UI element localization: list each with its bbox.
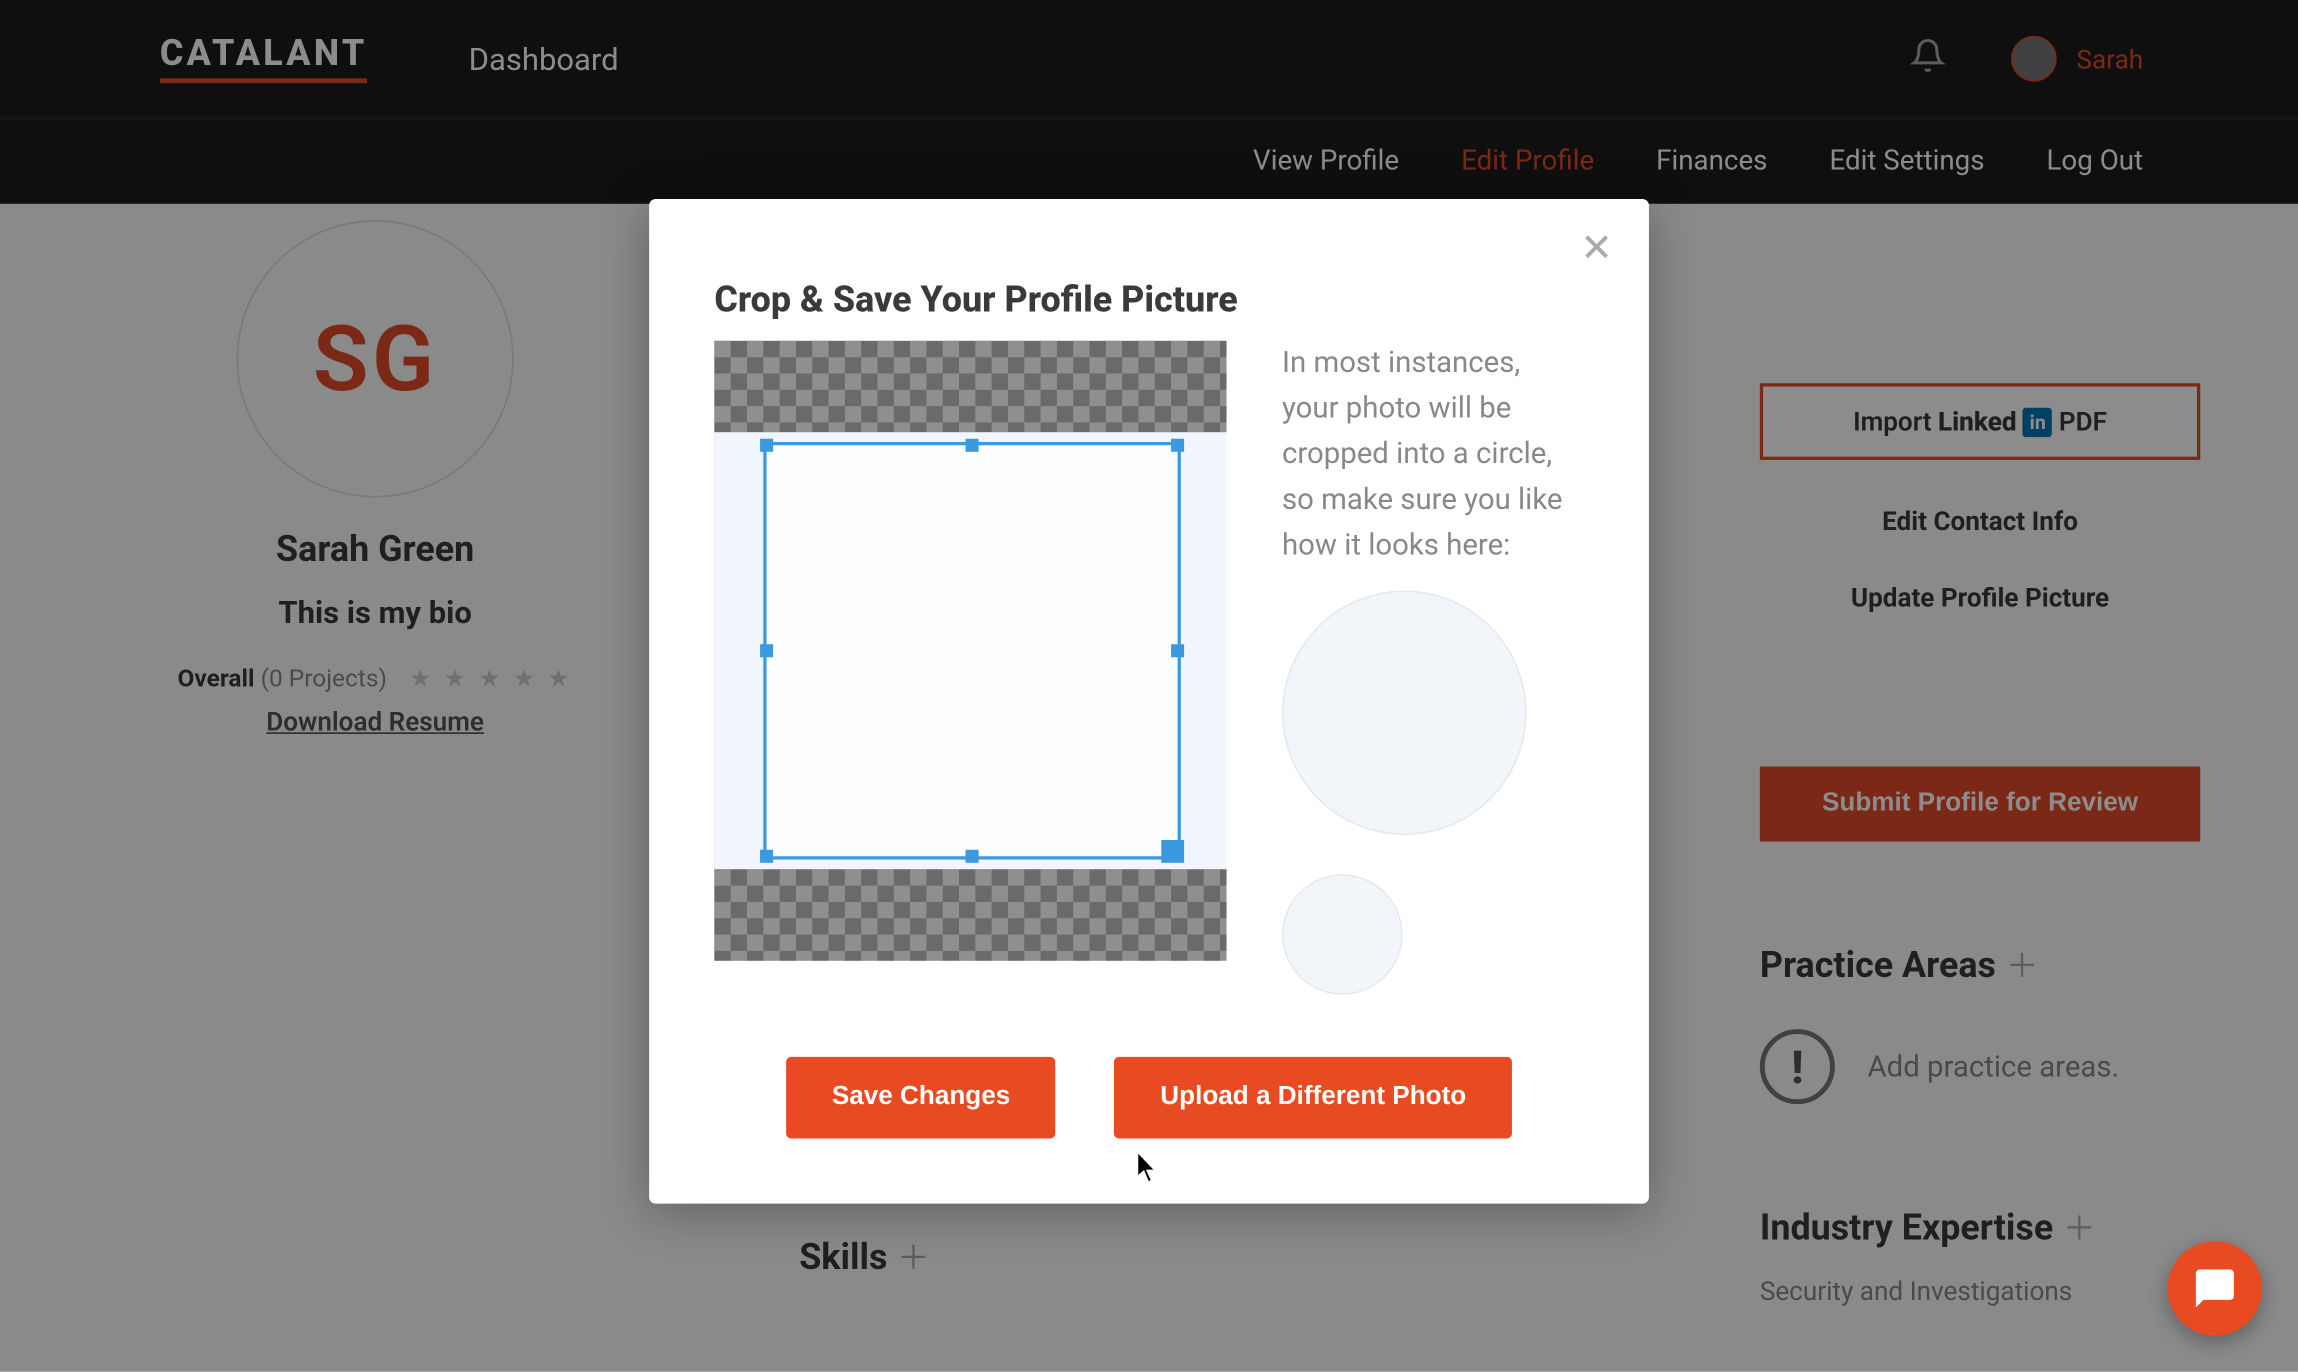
save-changes-button[interactable]: Save Changes bbox=[786, 1058, 1056, 1140]
close-icon[interactable]: ✕ bbox=[1580, 225, 1613, 272]
crop-handle-ne[interactable] bbox=[1171, 439, 1184, 452]
crop-handle-w[interactable] bbox=[760, 644, 773, 657]
crop-handle-sw[interactable] bbox=[760, 850, 773, 863]
crop-rectangle[interactable] bbox=[763, 442, 1181, 860]
crop-handle-se[interactable] bbox=[1161, 840, 1184, 863]
crop-handle-s[interactable] bbox=[966, 850, 979, 863]
crop-hint-text: In most instances, your photo will be cr… bbox=[1282, 341, 1584, 568]
preview-column: In most instances, your photo will be cr… bbox=[1282, 341, 1584, 996]
checker-bottom bbox=[714, 869, 1226, 960]
crop-handle-e[interactable] bbox=[1171, 644, 1184, 657]
crop-handle-nw[interactable] bbox=[760, 439, 773, 452]
checker-top bbox=[714, 341, 1226, 432]
preview-circle-small bbox=[1282, 875, 1403, 996]
crop-modal: ✕ Crop & Save Your Profile Picture bbox=[649, 199, 1649, 1204]
modal-title: Crop & Save Your Profile Picture bbox=[714, 281, 1583, 322]
crop-canvas[interactable] bbox=[714, 341, 1226, 961]
crop-handle-n[interactable] bbox=[966, 439, 979, 452]
chat-fab[interactable] bbox=[2168, 1241, 2263, 1336]
modal-overlay: ✕ Crop & Save Your Profile Picture bbox=[0, 0, 2298, 1372]
upload-different-button[interactable]: Upload a Different Photo bbox=[1115, 1058, 1512, 1140]
preview-circle-large bbox=[1282, 591, 1527, 836]
